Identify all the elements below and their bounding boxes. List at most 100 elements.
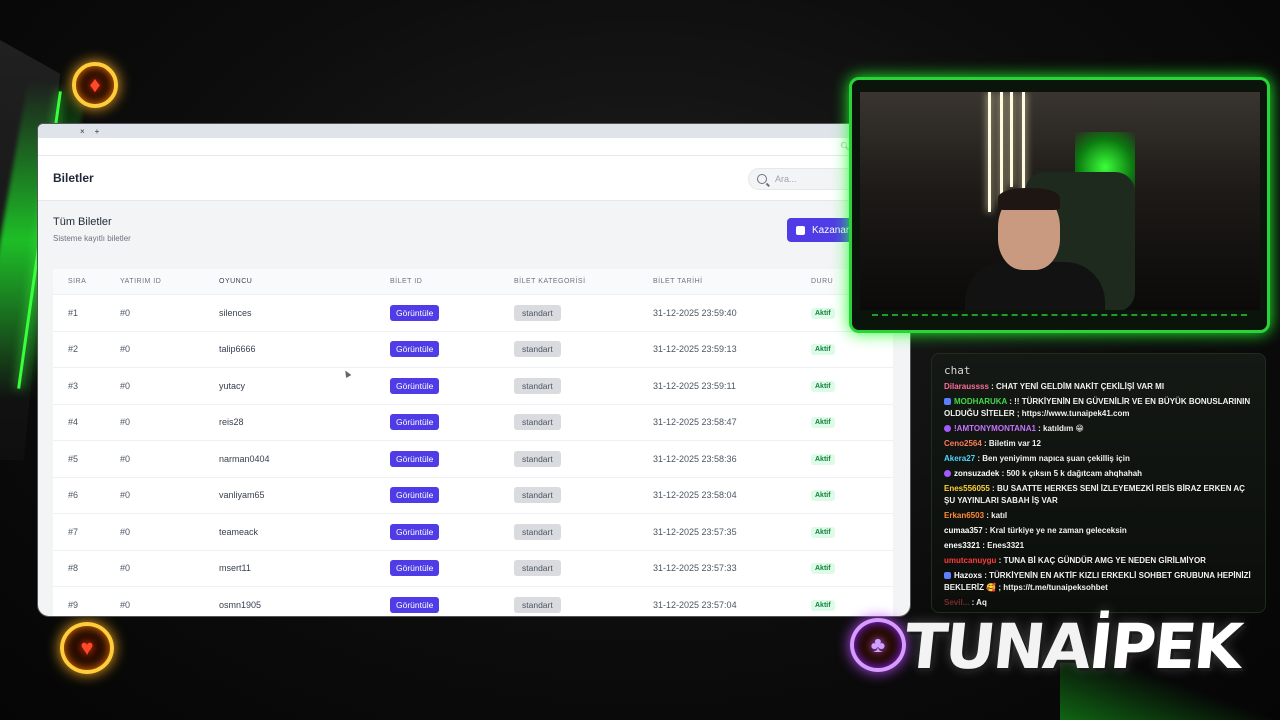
- ticket-date-cell: 31-12-2025 23:59:40: [653, 308, 811, 318]
- column-header[interactable]: YATIRIM ID: [120, 278, 219, 285]
- status-badge-cell: Aktif: [811, 489, 871, 502]
- view-ticket-button[interactable]: Görüntüle: [390, 304, 440, 321]
- chat-username[interactable]: cumaa357: [944, 526, 983, 535]
- view-ticket-button[interactable]: Görüntüle: [390, 450, 440, 467]
- player-name: reis28: [219, 417, 244, 428]
- view-ticket-button[interactable]: Görüntüle: [390, 341, 440, 358]
- category-badge: standart: [514, 487, 561, 504]
- view-ticket-button[interactable]: Görüntüle: [390, 560, 440, 577]
- calendar-icon: [796, 225, 805, 235]
- section-subtitle: Sisteme kayıtlı biletler: [53, 234, 131, 243]
- chat-username[interactable]: Ceno2564: [944, 439, 982, 448]
- column-header[interactable]: BİLET TARİHİ: [653, 278, 811, 285]
- table-row[interactable]: #5 #0 narman0404 Görüntüle standart 31-12-202…: [53, 440, 893, 477]
- row-number-cell: #3: [53, 381, 120, 391]
- status-badge: Aktif: [811, 417, 835, 429]
- deposit-id-cell: #0: [120, 308, 219, 318]
- deposit-id: #0: [120, 380, 131, 391]
- ticket-date-cell: 31-12-2025 23:57:35: [653, 527, 811, 537]
- table-row[interactable]: #3 #0 yutacy Görüntüle standart 31-12-2025 23…: [53, 367, 893, 404]
- tab-close-icon[interactable]: ×: [80, 127, 85, 136]
- category-badge-cell: standart: [514, 450, 653, 467]
- view-ticket-button[interactable]: Görüntüle: [390, 596, 440, 613]
- status-badge-cell: Aktif: [811, 380, 871, 392]
- poker-chip-club-icon: ♣: [850, 618, 906, 672]
- column-header[interactable]: BİLET ID: [390, 278, 514, 285]
- category-badge-cell: standart: [514, 377, 653, 394]
- table-row[interactable]: #2 #0 talip6666 Görüntüle standart 31-12-2025…: [53, 330, 893, 368]
- view-ticket-button-cell: Görüntüle: [390, 377, 514, 394]
- deposit-id-cell: #0: [120, 381, 219, 391]
- view-ticket-button[interactable]: Görüntüle: [390, 523, 440, 540]
- deposit-id: #0: [120, 344, 131, 355]
- status-badge-cell: Aktif: [811, 453, 871, 465]
- ticket-date-cell: 31-12-2025 23:58:36: [653, 454, 811, 464]
- address-bar[interactable]: 🔍︎: [38, 138, 910, 156]
- category-badge-cell: standart: [514, 487, 653, 504]
- deposit-id: #0: [120, 307, 131, 318]
- chat-username[interactable]: Erkan6503: [944, 511, 984, 520]
- deposit-id: #0: [120, 417, 131, 428]
- ticket-date: 31-12-2025 23:59:11: [653, 380, 736, 391]
- table-row[interactable]: #6 #0 vanliyam65 Görüntüle standart 31-12-202…: [53, 476, 893, 514]
- deposit-id: #0: [120, 526, 131, 537]
- view-ticket-button[interactable]: Görüntüle: [390, 377, 440, 394]
- column-header[interactable]: BİLET KATEGORİSİ: [514, 278, 653, 285]
- chat-message: Erkan6503 : katıl: [944, 510, 1253, 522]
- chat-message: zonsuzadek : 500 k çıksın 5 k dağıtcam a…: [944, 468, 1253, 480]
- column-header[interactable]: OYUNCU: [219, 278, 390, 285]
- deposit-id: #0: [120, 490, 131, 501]
- chat-username[interactable]: Hazoxs: [954, 571, 982, 580]
- table-row[interactable]: #7 #0 teameack Görüntüle standart 31-12-2025 …: [53, 513, 893, 550]
- column-header[interactable]: SIRA: [53, 278, 120, 285]
- row-number-cell: #1: [53, 308, 120, 318]
- chat-username[interactable]: Akera27: [944, 454, 975, 463]
- row-number: #6: [68, 490, 79, 501]
- ticket-date-cell: 31-12-2025 23:57:04: [653, 600, 811, 610]
- chat-username[interactable]: zonsuzadek: [954, 469, 999, 478]
- poker-chip-heart-icon: ♥: [60, 622, 114, 674]
- table-row[interactable]: #8 #0 msert11 Görüntüle standart 31-12-2025 2…: [53, 549, 893, 587]
- view-ticket-button[interactable]: Görüntüle: [390, 487, 440, 504]
- row-number: #9: [68, 599, 79, 610]
- chat-message: Sevil... : Aq: [944, 597, 1253, 609]
- chat-message: Enes556055 : BU SAATTE HERKES SENİ İZLEY…: [944, 483, 1253, 507]
- player-name-cell: yutacy: [219, 381, 390, 391]
- chat-username[interactable]: enes3321: [944, 541, 980, 550]
- table-row[interactable]: #9 #0 osmn1905 Görüntüle standart 31-12-2025 …: [53, 586, 893, 616]
- row-number-cell: #8: [53, 563, 120, 573]
- category-badge-cell: standart: [514, 523, 653, 540]
- status-badge-cell: Aktif: [811, 599, 871, 611]
- chat-username[interactable]: Dilaraussss: [944, 382, 989, 391]
- table-row[interactable]: #4 #0 reis28 Görüntüle standart 31-12-2025 23…: [53, 403, 893, 441]
- ticket-date: 31-12-2025 23:57:04: [653, 599, 737, 610]
- row-number-cell: #5: [53, 454, 120, 464]
- player-name-cell: osmn1905: [219, 600, 390, 610]
- chat-username[interactable]: !AMTONYMONTANA1: [954, 424, 1036, 433]
- status-badge: Aktif: [811, 526, 835, 538]
- deposit-id-cell: #0: [120, 417, 219, 427]
- ticket-date: 31-12-2025 23:58:47: [653, 417, 737, 428]
- category-badge-cell: standart: [514, 341, 653, 358]
- new-tab-icon[interactable]: +: [95, 127, 100, 136]
- player-name-cell: vanliyam65: [219, 490, 390, 500]
- light-strip: [1022, 92, 1025, 202]
- pick-winner-label: Kazanan: [812, 224, 852, 236]
- player-name: vanliyam65: [219, 490, 265, 501]
- category-badge-cell: standart: [514, 414, 653, 431]
- player-name: teameack: [219, 526, 259, 537]
- deposit-id-cell: #0: [120, 527, 219, 537]
- status-badge: Aktif: [811, 490, 835, 502]
- player-name: silences: [219, 307, 252, 318]
- chat-username[interactable]: MODHARUKA: [954, 397, 1007, 406]
- row-number: #4: [68, 417, 79, 428]
- chat-username[interactable]: Enes556055: [944, 484, 990, 493]
- row-number: #2: [68, 344, 79, 355]
- view-ticket-button-cell: Görüntüle: [390, 596, 514, 613]
- ticket-date: 31-12-2025 23:57:33: [653, 563, 737, 574]
- chat-text: : katıl: [984, 511, 1008, 520]
- chat-username[interactable]: Sevil...: [944, 598, 969, 607]
- view-ticket-button[interactable]: Görüntüle: [390, 414, 440, 431]
- chat-username[interactable]: umutcanuygu: [944, 556, 996, 565]
- table-row[interactable]: #1 #0 silences Görüntüle standart 31-12-2025 …: [53, 294, 893, 331]
